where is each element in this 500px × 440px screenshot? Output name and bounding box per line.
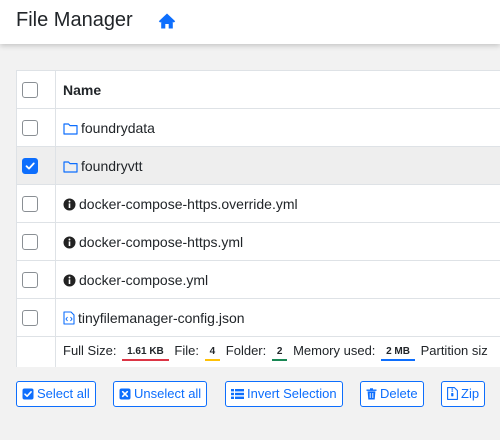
row-checkbox[interactable]: [22, 310, 38, 326]
partition-size-label: Partition siz: [420, 343, 488, 358]
file-name-cell: foundrydata: [63, 120, 155, 136]
list-icon: [231, 389, 244, 399]
home-icon[interactable]: [158, 12, 176, 30]
file-link[interactable]: docker-compose.yml: [79, 272, 208, 288]
folder-icon: [63, 123, 78, 135]
name-column-header[interactable]: Name: [63, 82, 101, 98]
full-size-badge: 1.61 KB: [122, 345, 169, 361]
file-count-label: File:: [174, 343, 199, 358]
check-square-icon: [22, 388, 34, 400]
invert-selection-button[interactable]: Invert Selection: [225, 381, 343, 407]
select-all-checkbox[interactable]: [22, 82, 38, 98]
unselect-all-button[interactable]: Unselect all: [113, 381, 208, 407]
file-name-cell: foundryvtt: [63, 158, 142, 174]
x-square-icon: [119, 388, 131, 400]
folder-count-label: Folder:: [225, 343, 267, 358]
zip-label: Zip: [461, 386, 480, 401]
column-divider: [55, 337, 56, 367]
app-title: File Manager: [16, 9, 133, 31]
file-link[interactable]: docker-compose-https.yml: [79, 234, 243, 250]
file-name-cell: docker-compose-https.yml: [63, 234, 243, 250]
footer-stats: Full Size: 1.61 KB File: 4 Folder: 2 Mem…: [63, 343, 488, 361]
column-divider: [55, 261, 56, 298]
column-divider: [55, 71, 56, 108]
trash-icon: [366, 388, 377, 400]
full-size-label: Full Size:: [63, 343, 117, 358]
file-name-cell: docker-compose-https.override.yml: [63, 196, 298, 212]
row-checkbox[interactable]: [22, 196, 38, 212]
file-count-badge: 4: [204, 345, 221, 361]
folder-count-badge: 2: [271, 345, 288, 361]
memory-used-label: Memory used:: [293, 343, 376, 358]
folder-link[interactable]: foundrydata: [81, 120, 155, 136]
delete-button[interactable]: Delete: [360, 381, 424, 407]
table-row: docker-compose-https.override.yml: [17, 185, 500, 223]
table-row: foundrydata: [17, 109, 500, 147]
delete-label: Delete: [380, 386, 418, 401]
select-all-button[interactable]: Select all: [16, 381, 96, 407]
folder-link[interactable]: foundryvtt: [81, 158, 142, 174]
file-name-cell: tinyfilemanager-config.json: [63, 310, 245, 326]
row-checkbox[interactable]: [22, 272, 38, 288]
file-zip-icon: [447, 387, 458, 400]
unselect-all-label: Unselect all: [134, 386, 202, 401]
table-header-row: Name: [17, 71, 500, 109]
table-row: docker-compose-https.yml: [17, 223, 500, 261]
zip-button[interactable]: Zip: [441, 381, 486, 407]
info-circle-icon: [63, 236, 76, 249]
column-divider: [55, 185, 56, 222]
file-name-cell: docker-compose.yml: [63, 272, 208, 288]
column-divider: [55, 109, 56, 146]
column-divider: [55, 147, 56, 184]
top-navbar: File Manager: [0, 0, 500, 44]
info-circle-icon: [63, 274, 76, 287]
table-row: tinyfilemanager-config.json: [17, 299, 500, 337]
file-link[interactable]: tinyfilemanager-config.json: [78, 310, 245, 326]
file-table: Name foundrydata foundryvtt docker-compo…: [16, 70, 500, 367]
select-all-label: Select all: [37, 386, 90, 401]
row-checkbox[interactable]: [22, 234, 38, 250]
info-circle-icon: [63, 198, 76, 211]
invert-selection-label: Invert Selection: [247, 386, 337, 401]
row-checkbox[interactable]: [22, 158, 38, 174]
folder-icon: [63, 161, 78, 173]
table-row: foundryvtt: [17, 147, 500, 185]
memory-used-badge: 2 MB: [381, 345, 415, 361]
checkmark-icon: [25, 162, 35, 170]
code-file-icon: [63, 311, 75, 325]
column-divider: [55, 223, 56, 260]
row-checkbox[interactable]: [22, 120, 38, 136]
file-link[interactable]: docker-compose-https.override.yml: [79, 196, 298, 212]
table-row: docker-compose.yml: [17, 261, 500, 299]
column-divider: [55, 299, 56, 336]
